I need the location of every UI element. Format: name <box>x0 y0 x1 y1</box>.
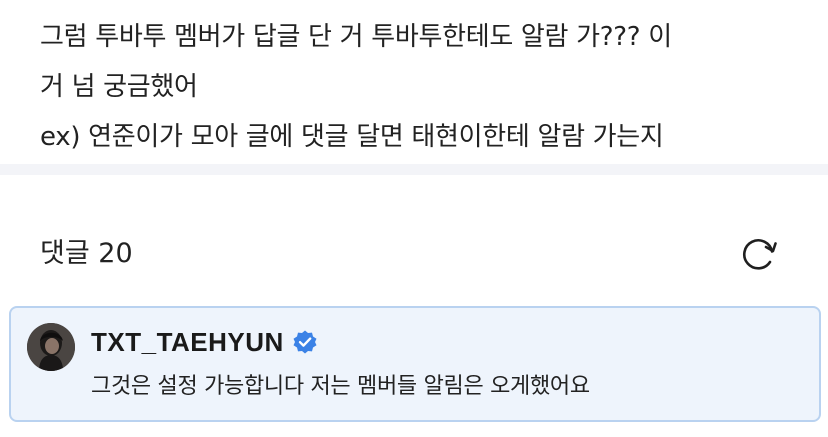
avatar-photo <box>27 323 75 371</box>
highlighted-comment[interactable]: TXT_TAEHYUN 그것은 설정 가능합니다 저는 멤버들 알림은 오게했어… <box>9 306 821 422</box>
refresh-button[interactable] <box>738 233 780 275</box>
comments-count-value: 20 <box>98 238 133 269</box>
section-divider <box>0 164 828 175</box>
comments-label: 댓글 <box>40 238 90 269</box>
post-text-line: 거 넘 궁금했어 <box>40 72 198 102</box>
author-row: TXT_TAEHYUN <box>91 322 318 362</box>
comments-count: 댓글 20 <box>40 236 133 272</box>
post-text-line: 그럼 투바투 멤버가 답글 단 거 투바투한테도 알람 가??? 이 <box>40 22 672 52</box>
verified-badge-icon <box>292 329 318 355</box>
post-text-line: ex) 연준이가 모아 글에 댓글 달면 태현이한테 알람 가는지 <box>40 122 664 152</box>
author-name[interactable]: TXT_TAEHYUN <box>91 327 284 358</box>
refresh-icon <box>743 239 777 270</box>
comments-header: 댓글 20 <box>0 175 828 300</box>
comment-text: 그것은 설정 가능합니다 저는 멤버들 알림은 오게했어요 <box>91 374 590 399</box>
post-body: 그럼 투바투 멤버가 답글 단 거 투바투한테도 알람 가??? 이 거 넘 궁… <box>0 0 828 160</box>
avatar[interactable] <box>27 323 75 371</box>
